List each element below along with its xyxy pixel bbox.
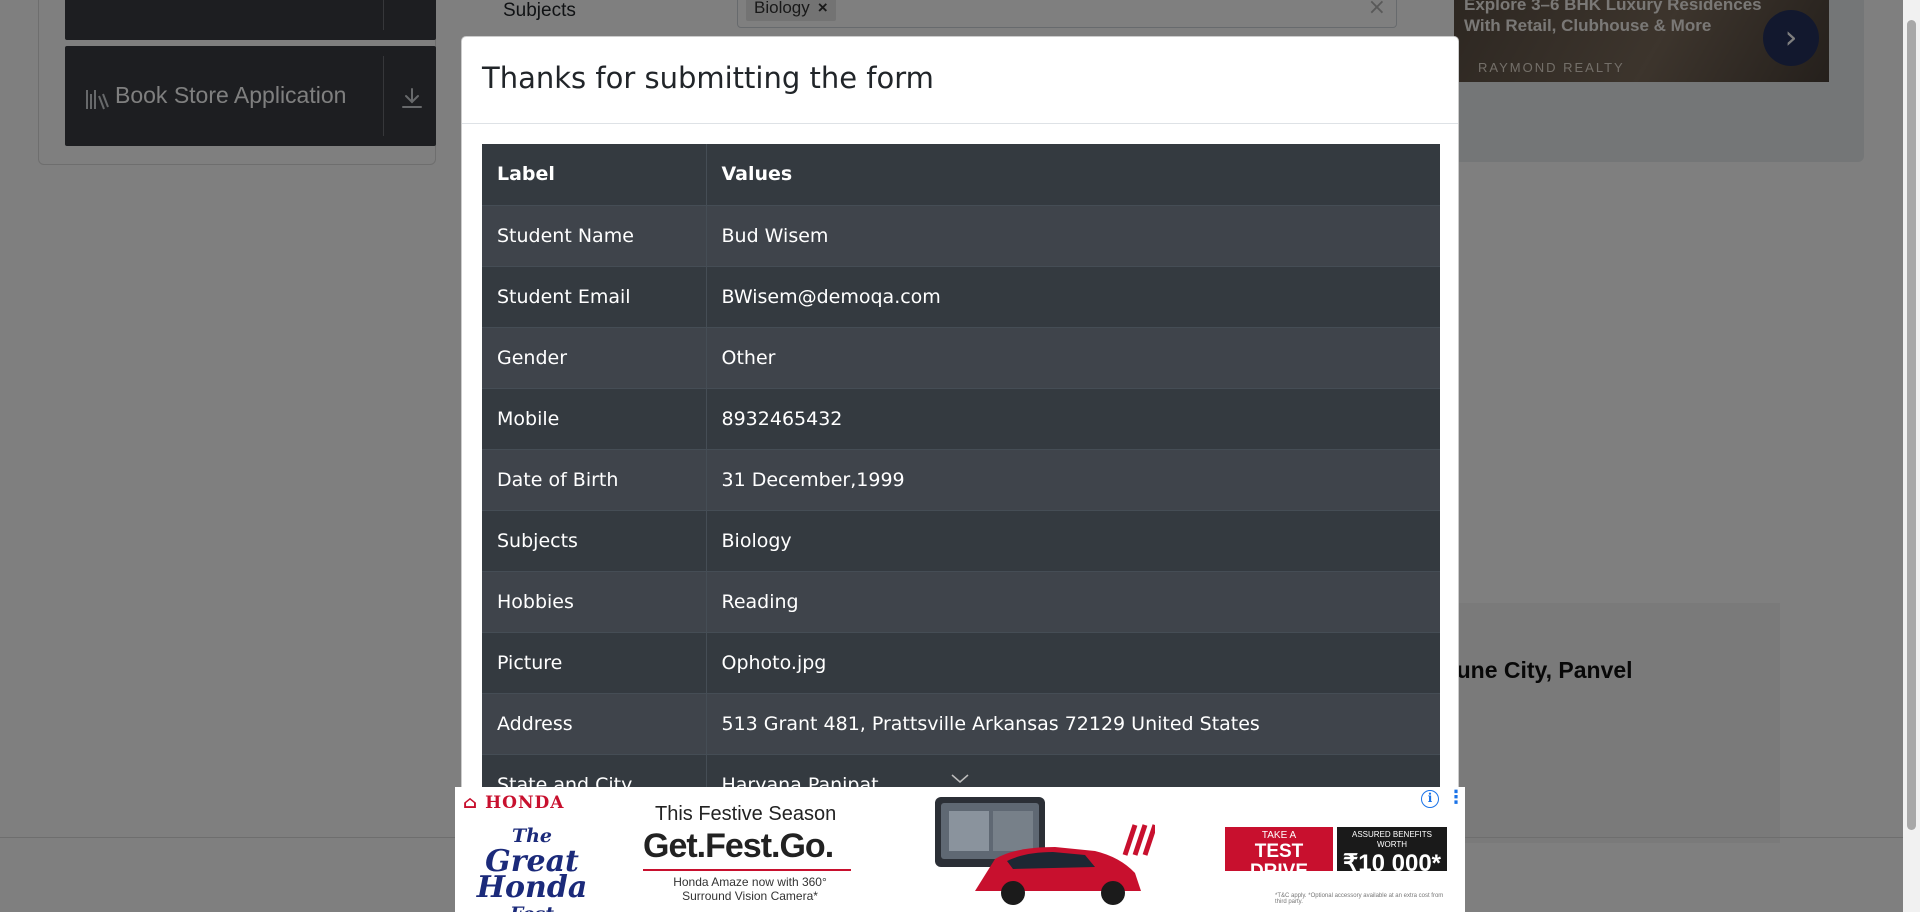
test-bottom-text: AND WIN [1259,882,1299,892]
ad-amaze-text: Honda Amaze now with 360° Surround Visio… [673,875,827,903]
great-honda-fest-logo: The Great Honda Fest [467,823,597,912]
row-value: 513 Grant 481, Prattsville Arkansas 7212… [706,692,1440,754]
row-value: Biology [706,509,1440,571]
table-row: Subjects Biology [482,509,1440,571]
row-value: 31 December,1999 [706,448,1440,510]
modal-title: Thanks for submitting the form [482,61,934,95]
row-value: Reading [706,570,1440,632]
table-row: Hobbies Reading [482,570,1440,632]
modal-header: Thanks for submitting the form [462,37,1458,124]
header-values: Values [706,144,1440,205]
scrollbar-thumb[interactable] [1907,20,1916,830]
table-row: Student Name Bud Wisem [482,204,1440,266]
row-label: Address [482,692,707,754]
ad-fine-print: *T&C apply. *Optional accessory availabl… [1275,893,1444,905]
table-row: Gender Other [482,326,1440,388]
ad-banner-bottom[interactable]: ⌂ HONDA The Great Honda Fest This Festiv… [455,787,1465,912]
test-drive-badge: TAKE A TEST DRIVE AND WIN [1225,827,1333,892]
page-scrollbar[interactable] [1903,0,1920,912]
honda-logo: ⌂ HONDA [463,793,564,813]
row-label: Hobbies [482,570,707,632]
row-label: Mobile [482,387,707,449]
row-value: Bud Wisem [706,204,1440,266]
table-row: Student Email BWisem@demoqa.com [482,265,1440,327]
row-value: 8932465432 [706,387,1440,449]
row-label: Student Email [482,265,707,327]
row-value: BWisem@demoqa.com [706,265,1440,327]
test-main-text: TEST DRIVE [1249,841,1309,882]
benefit-badge: ASSURED BENEFITS WORTH ₹10 000* [1337,827,1447,877]
ad-season-text: This Festive Season [655,803,837,825]
benefit-value: ₹10 000* [1342,850,1441,877]
table-row: Mobile 8932465432 [482,387,1440,449]
ad-rule [643,869,851,871]
row-label: Gender [482,326,707,388]
ad-tagline: Get.Fest.Go. [643,827,834,865]
row-value: Other [706,326,1440,388]
row-label: Date of Birth [482,448,707,510]
table-row: Address 513 Grant 481, Prattsville Arkans… [482,692,1440,754]
kebab-menu-icon[interactable]: ⋮ [1447,789,1465,809]
row-label: Picture [482,631,707,693]
results-table: Label Values Student Name Bud Wisem Stude… [482,144,1440,815]
honda-wing-icon: ⌂ [463,793,486,813]
benefit-top-text: ASSURED BENEFITS WORTH [1351,830,1432,849]
row-label: Subjects [482,509,707,571]
fest-word-3: Honda [476,870,588,905]
row-label: Student Name [482,204,707,266]
info-icon[interactable]: i [1421,790,1439,808]
table-row: Date of Birth 31 December,1999 [482,448,1440,510]
header-label: Label [482,144,707,205]
table-header-row: Label Values [482,144,1440,205]
table-row: Picture Ophoto.jpg [482,631,1440,693]
results-table-wrapper: Label Values Student Name Bud Wisem Stude… [482,144,1440,815]
car-image [935,797,1155,905]
honda-brand-text: HONDA [485,793,565,813]
chevron-down-icon[interactable] [950,773,970,785]
row-value: Ophoto.jpg [706,631,1440,693]
